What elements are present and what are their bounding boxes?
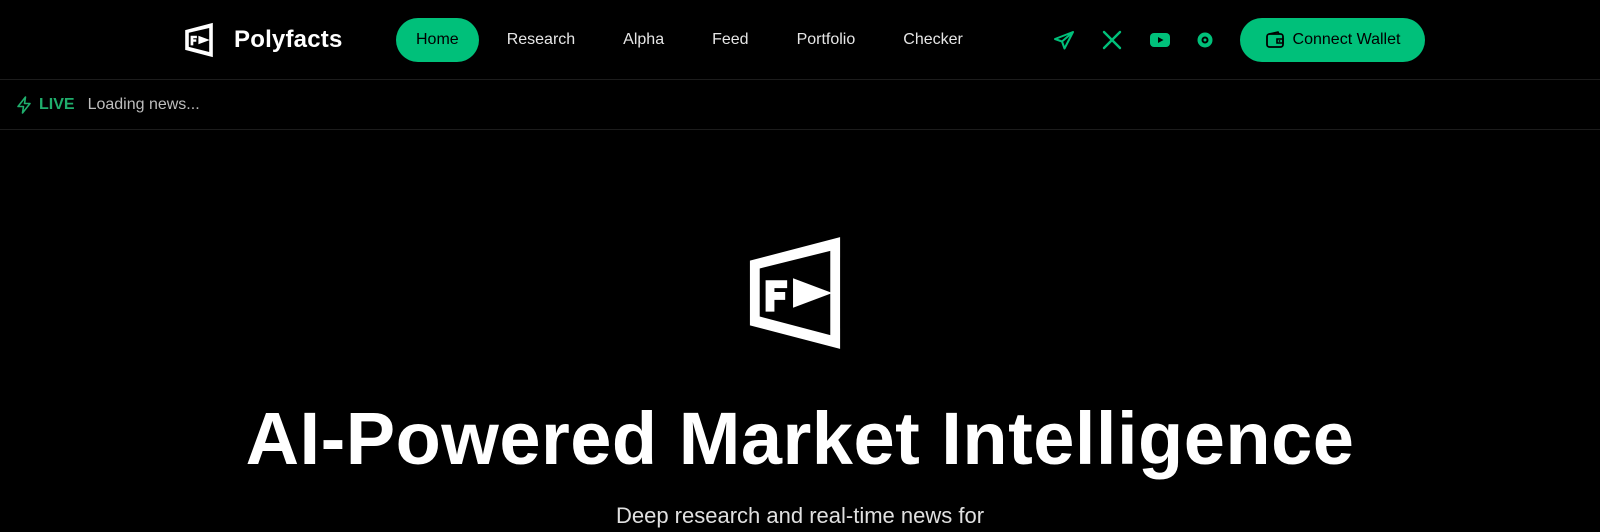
nav-portfolio[interactable]: Portfolio xyxy=(777,18,876,62)
connect-wallet-label: Connect Wallet xyxy=(1292,31,1401,48)
polyfacts-logo-icon xyxy=(185,22,213,58)
nav-home[interactable]: Home xyxy=(396,18,479,62)
hero-title: AI-Powered Market Intelligence xyxy=(245,397,1355,480)
connect-wallet-button[interactable]: Connect Wallet xyxy=(1240,18,1425,62)
top-navbar: Polyfacts Home Research Alpha Feed Portf… xyxy=(0,0,1600,80)
nav-feed[interactable]: Feed xyxy=(692,18,768,62)
brand-name: Polyfacts xyxy=(234,26,343,53)
youtube-icon[interactable] xyxy=(1148,28,1172,52)
bolt-icon xyxy=(17,95,31,114)
nav-links: Home Research Alpha Feed Portfolio Check… xyxy=(396,18,991,62)
nav-checker[interactable]: Checker xyxy=(883,18,983,62)
gitbook-icon[interactable] xyxy=(1193,28,1217,52)
news-ticker: LIVE Loading news... xyxy=(0,80,1600,130)
nav-research[interactable]: Research xyxy=(487,18,595,62)
ticker-text: Loading news... xyxy=(87,95,200,113)
telegram-icon[interactable] xyxy=(1052,28,1076,52)
x-icon[interactable] xyxy=(1100,28,1124,52)
polyfacts-logo-icon xyxy=(749,237,841,349)
wallet-icon xyxy=(1265,31,1284,48)
live-badge: LIVE xyxy=(39,95,75,113)
nav-alpha[interactable]: Alpha xyxy=(603,18,684,62)
hero-subtitle: Deep research and real-time news for xyxy=(615,503,985,528)
brand[interactable]: Polyfacts xyxy=(183,22,343,58)
